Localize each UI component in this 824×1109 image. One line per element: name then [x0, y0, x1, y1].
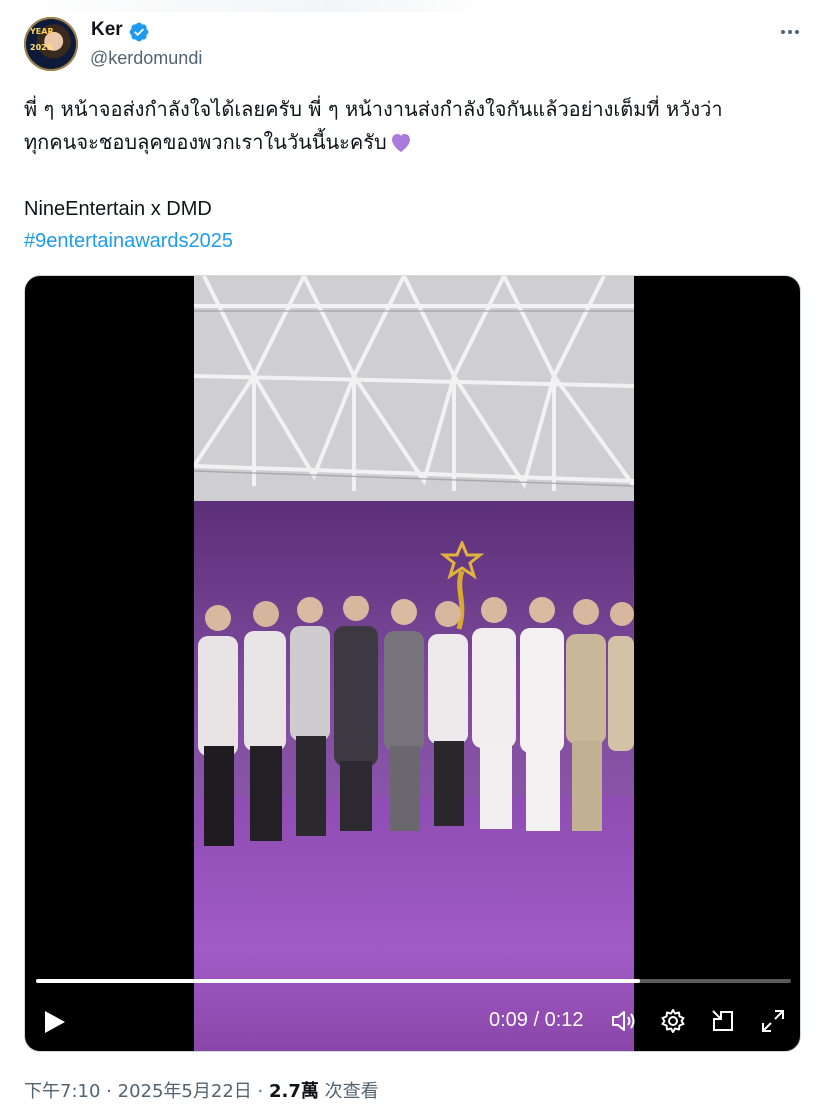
tweet-text: พี่ ๆ หน้าจอส่งกำลังใจได้เลยครับ พี่ ๆ ห…	[24, 93, 804, 159]
meta-separator-1: ·	[106, 1081, 112, 1102]
views-count: 2.7萬	[269, 1081, 319, 1102]
settings-icon[interactable]	[659, 1007, 687, 1035]
tweet-time[interactable]: 下午7:10	[24, 1081, 100, 1102]
user-handle[interactable]: @kerdomundi	[90, 48, 202, 69]
avatar-text-bottom: 2025	[30, 43, 53, 52]
verified-badge-icon	[129, 22, 149, 42]
top-fade	[0, 0, 824, 12]
meta-separator-2: ·	[257, 1081, 264, 1102]
volume-icon[interactable]	[609, 1007, 637, 1035]
more-options-icon[interactable]	[776, 22, 804, 42]
group-of-people	[198, 596, 634, 846]
fullscreen-icon[interactable]	[759, 1007, 787, 1035]
video-progress-bar[interactable]	[36, 979, 791, 983]
views-label: 次查看	[324, 1081, 379, 1102]
tweet-date[interactable]: 2025年5月22日	[118, 1081, 252, 1102]
tweet-meta-line: 下午7:10 · 2025年5月22日 · 2.7萬 次查看	[24, 1077, 379, 1103]
purple-heart-icon	[391, 134, 410, 152]
picture-in-picture-icon[interactable]	[709, 1007, 737, 1035]
video-frame	[194, 276, 634, 1051]
video-progress-fill	[36, 979, 640, 983]
video-player[interactable]: 0:09 / 0:12	[24, 275, 801, 1052]
avatar[interactable]: YEAR 2025	[24, 17, 78, 71]
display-name[interactable]: Ker	[91, 19, 123, 41]
video-time-readout: 0:09 / 0:12	[489, 1009, 584, 1031]
avatar-text-top: YEAR	[30, 27, 54, 36]
hashtag-link[interactable]: #9entertainawards2025	[24, 226, 233, 256]
tweet-text-line-2-wrap: ทุกคนจะชอบลุคของพวกเราในวันนี้นะครับ	[24, 126, 804, 159]
tweet-text-line-2: ทุกคนจะชอบลุคของพวกเราในวันนี้นะครับ	[24, 130, 387, 154]
ceiling-truss	[194, 276, 634, 506]
credit-line: NineEntertain x DMD	[24, 198, 212, 220]
tweet-text-line-1: พี่ ๆ หน้าจอส่งกำลังใจได้เลยครับ พี่ ๆ ห…	[24, 97, 723, 121]
play-icon[interactable]	[39, 1006, 69, 1038]
